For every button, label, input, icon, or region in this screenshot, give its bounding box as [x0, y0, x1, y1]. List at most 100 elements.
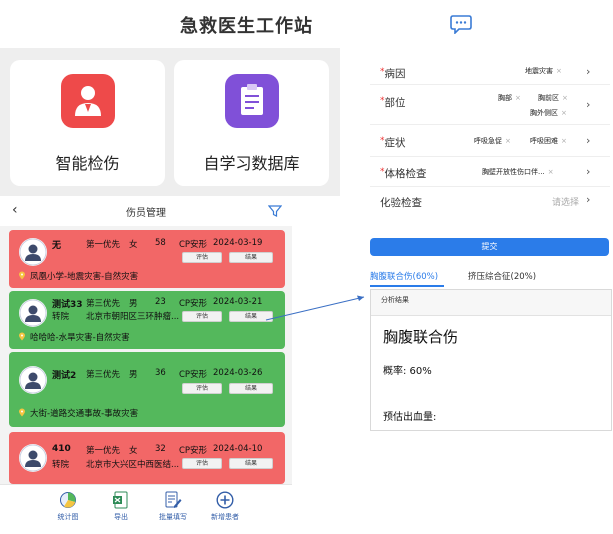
result-button[interactable]: 结果 [229, 252, 273, 263]
result-tabs: 胸腹联合伤(60%) 挤压综合征(20%) [370, 270, 613, 288]
patient-card[interactable]: 410 第一优先 女 32 CP安形 2024-04-10 转院 北京市大兴区中… [9, 432, 285, 484]
batch-edit-icon [165, 491, 182, 508]
tab-crush-syndrome[interactable]: 挤压综合征(20%) [468, 270, 536, 282]
chevron-right-icon[interactable]: › [586, 98, 590, 111]
patient-address: 北京市大兴区中西医结... [86, 460, 180, 470]
field-lab-tests[interactable]: 化验检查 请选择 › [370, 187, 610, 216]
tab-label: 批量填写 [159, 513, 187, 521]
patient-cp: CP安形 [179, 370, 208, 380]
tag-remove-icon[interactable]: × [515, 94, 521, 102]
tag-text: 胸前区 [538, 94, 559, 102]
avatar [19, 366, 47, 394]
selected-tag[interactable]: 胸壁开放性伤口伴... × [482, 167, 554, 177]
patient-card[interactable]: 无 第一优先 女 58 CP安形 2024-03-19 评估 结果 凤凰小学-地… [9, 230, 285, 288]
tag-remove-icon[interactable]: × [562, 94, 568, 102]
patient-age: 36 [155, 368, 166, 378]
evaluate-button[interactable]: 评估 [182, 383, 222, 394]
tab-thoracoabdominal[interactable]: 胸腹联合伤(60%) [370, 270, 438, 282]
patient-date: 2024-04-10 [213, 444, 263, 454]
feature-smart-triage[interactable]: 智能检伤 [10, 60, 165, 186]
field-location[interactable]: *部位 胸部 × 胸前区 × 胸外侧区 × › [370, 85, 610, 125]
chevron-right-icon[interactable]: › [586, 65, 590, 78]
tag-remove-icon[interactable]: × [505, 137, 511, 145]
analysis-result-card: 分析结果 胸腹联合伤 概率: 60% 预估出血量: [370, 289, 612, 431]
tag-text: 胸壁开放性伤口伴... [482, 168, 545, 176]
add-circle-icon [216, 491, 234, 509]
patient-disaster: 凤凰小学-地震灾害-自然灾害 [30, 272, 139, 282]
field-label: 化验检查 [380, 195, 422, 210]
patient-card[interactable]: 测试33 第三优先 男 23 CP安形 2024-03-21 转院 北京市朝阳区… [9, 291, 285, 349]
active-tab-indicator [370, 285, 444, 287]
feature-self-learning-db[interactable]: 自学习数据库 [174, 60, 329, 186]
chat-bubble-icon[interactable] [450, 14, 472, 34]
field-label-text: 部位 [384, 97, 406, 109]
field-cause[interactable]: *病因 地震灾害 × › [370, 52, 610, 85]
tag-remove-icon[interactable]: × [556, 67, 562, 75]
selected-tag[interactable]: 胸外侧区 × [530, 108, 567, 118]
result-button[interactable]: 结果 [229, 311, 273, 322]
feature-label: 智能检伤 [55, 154, 120, 173]
patient-age: 58 [155, 238, 166, 248]
selected-tag[interactable]: 胸部 × [498, 93, 521, 103]
selected-tag[interactable]: 呼吸急促 × [474, 136, 511, 146]
chevron-right-icon[interactable]: › [586, 165, 590, 178]
pie-chart-icon [60, 492, 76, 508]
list-header: ‹ 伤员管理 [0, 196, 292, 226]
select-placeholder[interactable]: 请选择 [552, 195, 579, 208]
patient-date: 2024-03-21 [213, 297, 263, 307]
selected-tag[interactable]: 地震灾害 × [525, 66, 562, 76]
selected-tag[interactable]: 呼吸困难 × [530, 136, 567, 146]
filter-icon[interactable] [268, 204, 282, 218]
triage-doctor-icon [60, 74, 115, 128]
field-label: *体格检查 [380, 166, 427, 181]
diagnosis-title: 胸腹联合伤 [383, 328, 459, 346]
field-label: *部位 [380, 95, 406, 110]
patient-gender: 男 [129, 299, 138, 309]
patient-disaster: 大街-道路交通事故-事故灾害 [30, 409, 139, 419]
patient-cp: CP安形 [179, 299, 208, 309]
list-title: 伤员管理 [126, 208, 166, 219]
clipboard-icon [224, 74, 279, 128]
tab-label: 新增患者 [211, 513, 239, 521]
field-physical-exam[interactable]: *体格检查 胸壁开放性伤口伴... × › [370, 157, 610, 187]
patient-name: 测试2 [52, 371, 77, 381]
bottom-toolbar: 统计图 导出 批量填写 新增患者 [0, 484, 292, 534]
app-screen: 急救医生工作站 智能检伤 自学习数据库 ‹ 伤员管理 无 第一优先 女 58 C… [0, 0, 480, 534]
evaluate-button[interactable]: 评估 [182, 458, 222, 469]
result-button[interactable]: 结果 [229, 383, 273, 394]
patient-date: 2024-03-26 [213, 368, 263, 378]
tag-text: 胸外侧区 [530, 109, 558, 117]
patient-transfer-status: 转院 [52, 312, 70, 322]
tag-remove-icon[interactable]: × [548, 168, 554, 176]
location-pin-icon [19, 332, 25, 341]
field-label-text: 体格检查 [384, 168, 427, 180]
field-label: *症状 [380, 135, 406, 150]
blood-loss-text: 预估出血量: [383, 412, 437, 423]
avatar [19, 444, 47, 472]
selected-tag[interactable]: 胸前区 × [538, 93, 568, 103]
field-label-text: 病因 [384, 68, 406, 80]
tag-remove-icon[interactable]: × [561, 109, 567, 117]
evaluate-button[interactable]: 评估 [182, 311, 222, 322]
tag-text: 地震灾害 [525, 67, 553, 75]
patient-gender: 男 [129, 370, 138, 380]
tab-batch-fill[interactable]: 批量填写 [148, 491, 198, 522]
patient-transfer-status: 转院 [52, 460, 70, 470]
patient-name: 无 [52, 241, 62, 251]
field-symptoms[interactable]: *症状 呼吸急促 × 呼吸困难 × › [370, 125, 610, 157]
tab-add-patient[interactable]: 新增患者 [200, 491, 250, 522]
patient-card[interactable]: 测试2 第三优先 男 36 CP安形 2024-03-26 评估 结果 大街-道… [9, 352, 285, 427]
patient-name: 410 [52, 444, 71, 454]
evaluate-button[interactable]: 评估 [182, 252, 222, 263]
field-label: *病因 [380, 66, 406, 81]
tab-statistics[interactable]: 统计图 [43, 491, 93, 522]
chevron-right-icon[interactable]: › [586, 193, 590, 206]
chevron-right-icon[interactable]: › [586, 134, 590, 147]
required-mark: * [380, 167, 385, 177]
tab-label: 导出 [114, 513, 128, 521]
tab-export[interactable]: 导出 [96, 491, 146, 522]
field-label-text: 化验检查 [380, 197, 422, 209]
tag-remove-icon[interactable]: × [561, 137, 567, 145]
result-button[interactable]: 结果 [229, 458, 273, 469]
submit-button[interactable]: 提交 [370, 238, 609, 256]
